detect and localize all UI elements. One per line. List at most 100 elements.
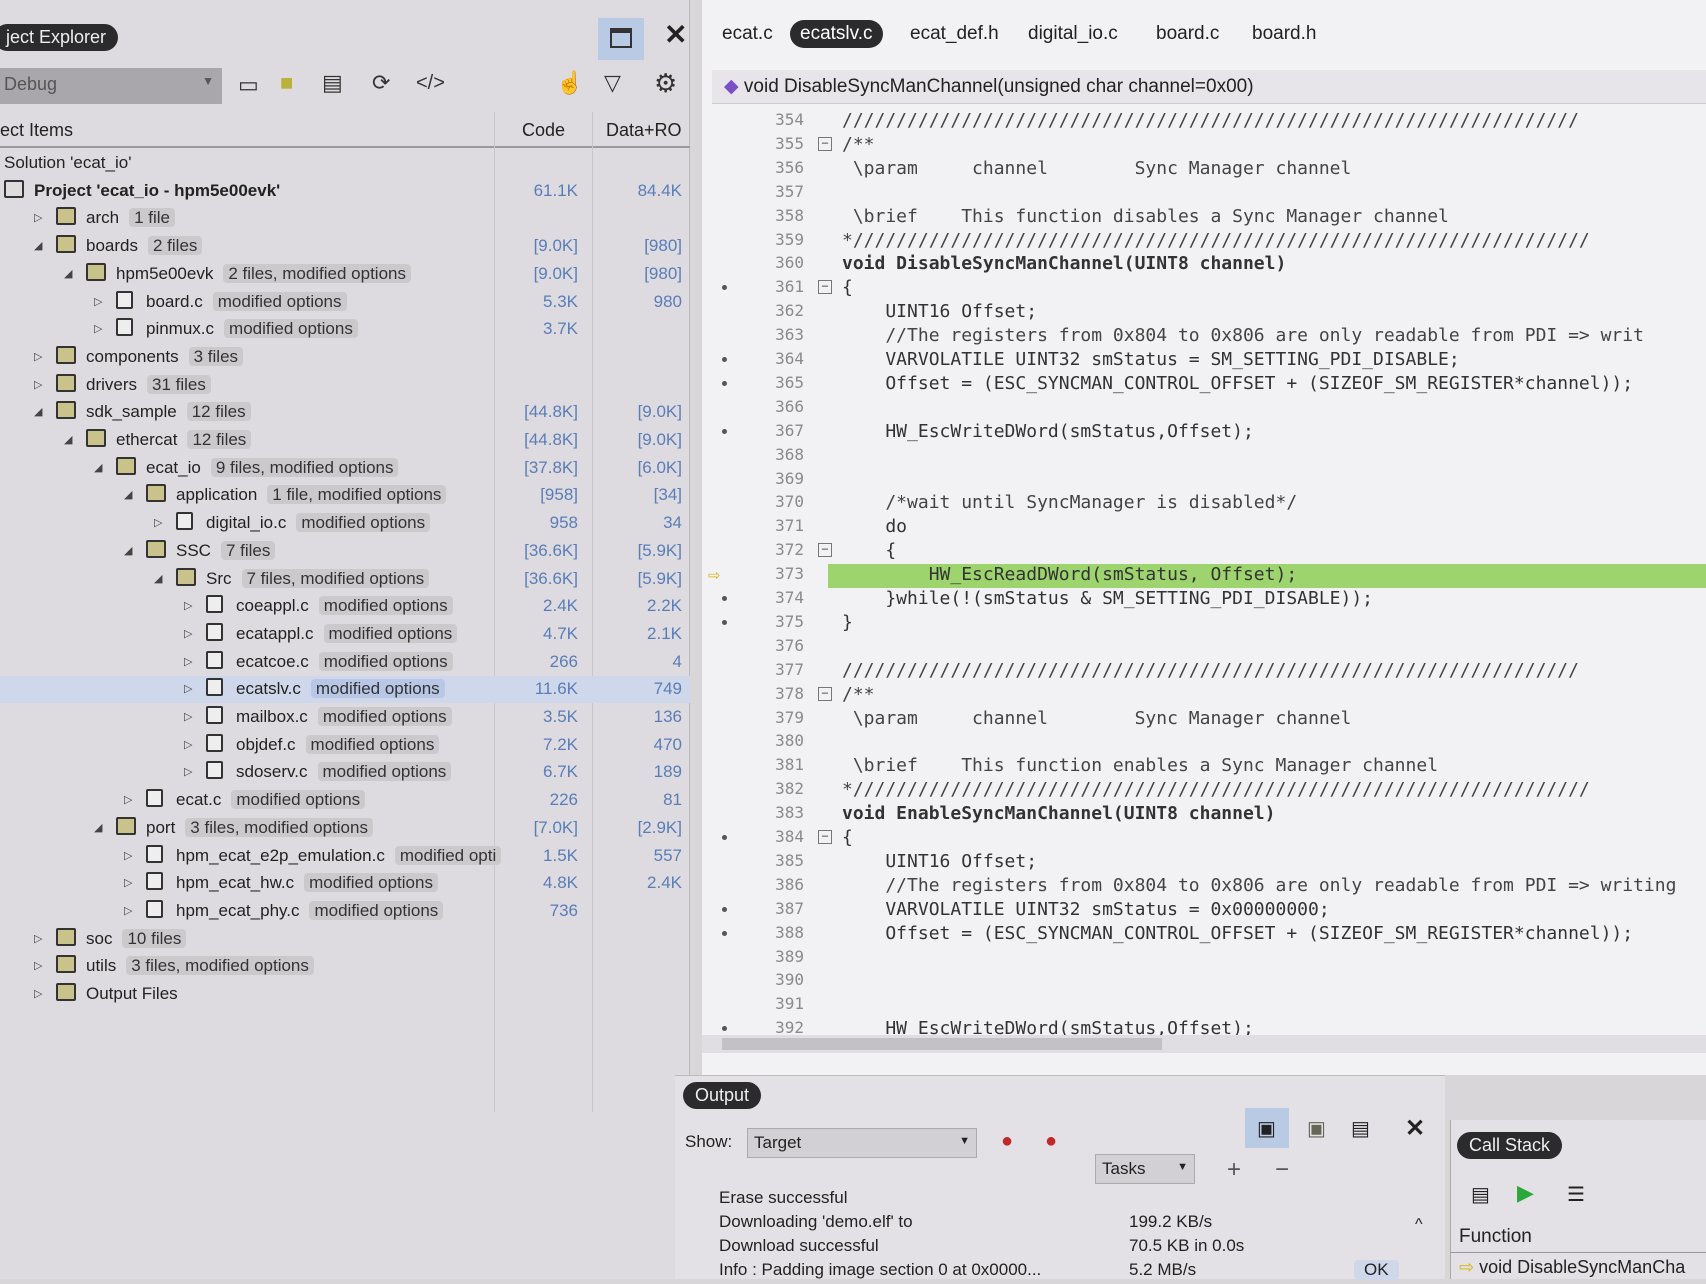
fold-toggle-icon[interactable]: − [818,686,832,701]
tree-item[interactable]: ▷ utils 3 files, modified options [0,953,690,980]
marker-icon[interactable]: ● [1001,1130,1013,1153]
expanded-arrow-icon[interactable]: ◢ [94,821,102,834]
scroll-up-icon[interactable]: ^ [1415,1216,1423,1234]
play-icon[interactable]: ▶ [1517,1180,1534,1206]
refresh-icon[interactable]: ⟳ [372,70,390,96]
horizontal-scrollbar[interactable] [702,1035,1706,1053]
tab-board-c[interactable]: board.c [1146,20,1229,48]
marker-clear-icon[interactable]: ● [1045,1130,1057,1153]
tree-item[interactable]: ▷ ecatcoe.c modified options 266 4 [0,649,690,676]
tree-item[interactable]: ▷ mailbox.c modified options 3.5K 136 [0,704,690,731]
col-function[interactable]: Function [1459,1226,1532,1248]
tree-item[interactable]: ▷ ecatappl.c modified options 4.7K 2.1K [0,621,690,648]
gear-icon[interactable]: ⚙ [654,68,677,99]
tab-ecatslv-c[interactable]: ecatslv.c [790,20,883,48]
expanded-arrow-icon[interactable]: ◢ [124,544,132,557]
tree-item[interactable]: ◢ SSC 7 files [36.6K] [5.9K] [0,538,690,565]
collapsed-arrow-icon[interactable]: ▷ [124,793,132,806]
expanded-arrow-icon[interactable]: ◢ [94,461,102,474]
collapsed-arrow-icon[interactable]: ▷ [124,904,132,917]
properties-icon[interactable]: ▤ [322,70,343,96]
maximize-button[interactable] [598,18,644,60]
expanded-arrow-icon[interactable]: ◢ [64,433,72,446]
collapsed-arrow-icon[interactable]: ▷ [34,211,42,224]
code-icon[interactable]: </> [416,72,445,95]
list-icon[interactable]: ☰ [1567,1182,1585,1207]
collapsed-arrow-icon[interactable]: ▷ [94,322,102,335]
tree-item[interactable]: ▷ soc 10 files [0,926,690,953]
breakpoint-dot-icon[interactable] [722,930,727,936]
collapsed-arrow-icon[interactable]: ▷ [34,987,42,1000]
tasks-dropdown[interactable]: Tasks ▼ [1095,1154,1195,1184]
tab-ecat-def-h[interactable]: ecat_def.h [900,20,1009,48]
breakpoint-dot-icon[interactable] [722,619,727,625]
collapsed-arrow-icon[interactable]: ▷ [34,959,42,972]
breakpoint-dot-icon[interactable] [722,906,727,912]
tree-item[interactable]: ◢ Src 7 files, modified options [36.6K] [5.9… [0,566,690,593]
breakpoint-dot-icon[interactable] [722,428,727,434]
expanded-arrow-icon[interactable]: ◢ [124,488,132,501]
tree-item[interactable]: ◢ boards 2 files [9.0K] [980] [0,233,690,260]
filter-icon[interactable]: ▽ [604,70,621,96]
window-icon[interactable]: ▭ [238,72,259,98]
configuration-dropdown[interactable]: Debug ▼ [0,68,222,104]
tree-item[interactable]: ◢ hpm5e00evk 2 files, modified options [9.0… [0,261,690,288]
tree-item[interactable]: ▷ ecat.c modified options 226 81 [0,787,690,814]
pointer-icon[interactable]: ☝ [556,70,583,96]
tree-item[interactable]: ◢ ethercat 12 files [44.8K] [9.0K] [0,427,690,454]
close-icon[interactable]: ✕ [664,18,687,51]
close-icon[interactable]: ✕ [1405,1114,1425,1143]
collapsed-arrow-icon[interactable]: ▷ [184,765,192,778]
tree-item[interactable]: ▷ ecatslv.c modified options 11.6K 749 [0,676,690,704]
tree-item[interactable]: ◢ sdk_sample 12 files [44.8K] [9.0K] [0,399,690,426]
entry-status[interactable]: OK [1354,1260,1399,1280]
collapsed-arrow-icon[interactable]: ▷ [34,350,42,363]
col-items[interactable]: ect Items [0,120,73,141]
tool-icon[interactable]: ▣ [1307,1116,1326,1141]
tree-item[interactable]: ▷ hpm_ecat_hw.c modified options 4.8K 2.4K [0,870,690,897]
collapsed-arrow-icon[interactable]: ▷ [184,599,192,612]
tree-item[interactable]: ▷ pinmux.c modified options 3.7K [0,316,690,343]
show-dropdown[interactable]: Target ▼ [747,1128,977,1158]
function-navigator[interactable]: ◆ void DisableSyncManChannel(unsigned ch… [712,70,1706,104]
expanded-arrow-icon[interactable]: ◢ [154,572,162,585]
collapsed-arrow-icon[interactable]: ▷ [184,627,192,640]
collapsed-arrow-icon[interactable]: ▷ [184,655,192,668]
tree-item[interactable]: ▷ coeappl.c modified options 2.4K 2.2K [0,593,690,620]
document-icon[interactable]: ▤ [1351,1116,1370,1141]
breakpoint-dot-icon[interactable] [722,357,727,362]
col-data[interactable]: Data+RO [606,120,682,141]
tree-item[interactable]: ▷ drivers 31 files [0,372,690,399]
fold-toggle-icon[interactable]: − [818,136,832,151]
collapsed-arrow-icon[interactable]: ▷ [34,932,42,945]
tree-item[interactable]: ▷ objdef.c modified options 7.2K 470 [0,732,690,759]
collapsed-arrow-icon[interactable]: ▷ [124,849,132,862]
tree-item[interactable]: ▷ board.c modified options 5.3K 980 [0,289,690,316]
tree-item[interactable]: ▷ Output Files [0,981,690,1008]
breakpoint-dot-icon[interactable] [722,380,727,386]
collapsed-arrow-icon[interactable]: ▷ [34,378,42,391]
tab-board-h[interactable]: board.h [1242,20,1326,48]
breakpoint-dot-icon[interactable] [722,835,727,840]
fold-toggle-icon[interactable]: − [818,543,832,558]
tab-ecat-c[interactable]: ecat.c [712,20,783,48]
fold-toggle-icon[interactable]: − [818,830,832,844]
collapsed-arrow-icon[interactable]: ▷ [184,682,192,695]
tab-digital-io-c[interactable]: digital_io.c [1018,20,1128,48]
folder-icon[interactable]: ■ [280,70,293,96]
collapsed-arrow-icon[interactable]: ▷ [124,876,132,889]
tree-item[interactable]: ◢ port 3 files, modified options [7.0K] [2.9… [0,815,690,842]
tree-item[interactable]: ▷ hpm_ecat_phy.c modified options 736 [0,898,690,925]
fold-toggle-icon[interactable]: − [818,280,832,295]
collapsed-arrow-icon[interactable]: ▷ [184,738,192,751]
tree-item[interactable]: ◢ ecat_io 9 files, modified options [37.8K]… [0,455,690,482]
breakpoint-dot-icon[interactable] [722,1026,727,1032]
expanded-arrow-icon[interactable]: ◢ [64,267,72,280]
tree-item[interactable]: Solution 'ecat_io' [0,150,690,177]
col-code[interactable]: Code [522,120,565,141]
tree-item[interactable]: ▷ components 3 files [0,344,690,371]
tree-item[interactable]: ▷ arch 1 file [0,205,690,232]
breakpoint-dot-icon[interactable] [722,596,727,601]
tree-item[interactable]: ◢ application 1 file, modified options [958… [0,482,690,509]
output-view-button[interactable]: ▣ [1245,1108,1289,1148]
